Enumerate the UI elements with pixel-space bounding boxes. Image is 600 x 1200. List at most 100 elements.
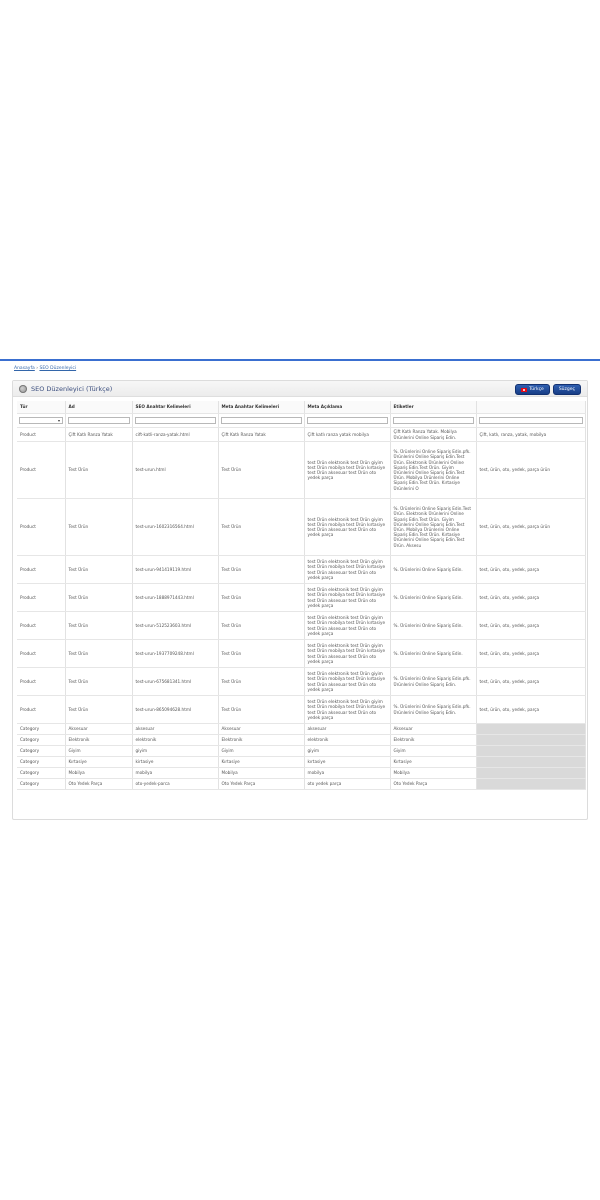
table-cell: kirtasiye bbox=[132, 756, 219, 768]
filter-input-3[interactable] bbox=[220, 417, 302, 424]
table-row[interactable]: Product Test Ürün test-urun-1602316564.htm… bbox=[17, 498, 586, 556]
table-header-row: Tür Ad SEO Anahtar Kelimeleri Meta Anahtar … bbox=[17, 401, 586, 414]
column-header-4[interactable]: Meta Açıklama bbox=[304, 401, 391, 414]
table-cell: Mobilya bbox=[65, 767, 133, 779]
table-row[interactable]: Category Elektronik elektronik Elektronik el… bbox=[17, 734, 586, 746]
table-cell: Test Ürün bbox=[65, 498, 133, 556]
filter-input-5[interactable] bbox=[392, 417, 474, 424]
table-cell bbox=[476, 745, 586, 757]
table-cell: test Ürün elektronik test Ürün giyim tes… bbox=[304, 639, 391, 668]
table-row[interactable]: Product Test Ürün test-urun-675681341.html… bbox=[17, 667, 586, 696]
filter-button[interactable]: Süzgeç bbox=[552, 384, 581, 395]
table-cell: Category bbox=[17, 778, 66, 790]
table-cell: test-urun-865094628.html bbox=[132, 695, 219, 724]
table-cell: Mobilya bbox=[218, 767, 305, 779]
table-row[interactable]: Category Oto Yedek Parça oto-yedek-parca Ot… bbox=[17, 778, 586, 790]
table-cell: aksesuar bbox=[304, 723, 391, 735]
table-cell: Çift katlı ranza yatak mobilya bbox=[304, 427, 391, 442]
table-cell: test Ürün elektronik test Ürün giyim tes… bbox=[304, 611, 391, 640]
table-cell: Product bbox=[17, 427, 66, 442]
table-cell: Test Ürün bbox=[218, 555, 305, 584]
filter-cell-5 bbox=[390, 413, 477, 428]
table-cell bbox=[476, 756, 586, 768]
table-cell: cift-katli-ranza-yatak.html bbox=[132, 427, 219, 442]
column-header-1[interactable]: Ad bbox=[65, 401, 133, 414]
table-row[interactable]: Product Test Ürün test-urun-865094628.html… bbox=[17, 695, 586, 724]
filter-cell-2 bbox=[132, 413, 219, 428]
table-row[interactable]: Product Test Ürün test-urun-1888971443.htm… bbox=[17, 583, 586, 612]
gear-icon bbox=[19, 384, 27, 393]
filter-input-6[interactable] bbox=[478, 417, 583, 424]
table-cell: Product bbox=[17, 555, 66, 584]
table-cell: Product bbox=[17, 667, 66, 696]
filter-cell-3 bbox=[218, 413, 305, 428]
table-cell: Aksesuar bbox=[65, 723, 133, 735]
table-cell: Test Ürün bbox=[65, 441, 133, 499]
table-cell: Kırtasiye bbox=[390, 756, 477, 768]
table-cell: Giyim bbox=[65, 745, 133, 757]
table-cell: Çift Katlı Ranza Yatak. Mobilya Ürünleri… bbox=[390, 427, 477, 442]
table-row[interactable]: Product Test Ürün test-urun.html Test Ürün t… bbox=[17, 441, 586, 499]
table-cell: Test Ürün bbox=[65, 667, 133, 696]
table-row[interactable]: Product Test Ürün test-urun-512523603.html… bbox=[17, 611, 586, 640]
table-body: Product Çift Katlı Ranza Yatak cift-katli-… bbox=[17, 427, 586, 790]
filter-row bbox=[17, 413, 586, 428]
filter-cell-6 bbox=[476, 413, 586, 428]
table-cell: oto yedek parça bbox=[304, 778, 391, 790]
table-cell: Category bbox=[17, 734, 66, 746]
table-cell: Product bbox=[17, 695, 66, 724]
table-cell: Elektronik bbox=[390, 734, 477, 746]
table-cell: test, ürün, oto, yedek, parça bbox=[476, 583, 586, 612]
breadcrumb-home-link[interactable]: Anasayfa bbox=[14, 366, 35, 371]
filter-input-2[interactable] bbox=[134, 417, 216, 424]
header-buttons: Türkçe Süzgeç bbox=[515, 384, 581, 395]
table-cell: elektronik bbox=[304, 734, 391, 746]
table-cell: test, ürün, oto, yedek, parça ürün bbox=[476, 441, 586, 499]
table-cell: mobilya bbox=[132, 767, 219, 779]
table-cell: %. Ürünlerini Online Sipariş Edin.pfk. Ü… bbox=[390, 667, 477, 696]
table-cell: Test Ürün bbox=[218, 498, 305, 556]
seo-editor-panel: SEO Düzenleyici (Türkçe) Türkçe Süzgeç T… bbox=[12, 380, 588, 820]
table-row[interactable]: Product Test Ürün test-urun-941419119.html… bbox=[17, 555, 586, 584]
table-cell: Product bbox=[17, 498, 66, 556]
table-row[interactable]: Category Giyim giyim Giyim giyim Giyim bbox=[17, 745, 586, 757]
language-button[interactable]: Türkçe bbox=[515, 384, 550, 395]
table-cell: Aksesuar bbox=[218, 723, 305, 735]
table-cell: test Ürün elektronik test Ürün giyim tes… bbox=[304, 441, 391, 499]
column-header-6[interactable] bbox=[476, 401, 586, 414]
filter-cell-0 bbox=[17, 413, 66, 428]
table-cell: test, ürün, oto, yedek, parça bbox=[476, 695, 586, 724]
top-divider-line bbox=[0, 359, 600, 361]
table-cell: Test Ürün bbox=[218, 611, 305, 640]
table-row[interactable]: Product Test Ürün test-urun-1937709248.htm… bbox=[17, 639, 586, 668]
table-row[interactable]: Category Mobilya mobilya Mobilya mobilya Mobi… bbox=[17, 767, 586, 779]
table-cell: oto-yedek-parca bbox=[132, 778, 219, 790]
filter-input-4[interactable] bbox=[306, 417, 388, 424]
table-cell bbox=[476, 734, 586, 746]
table-cell: Test Ürün bbox=[65, 611, 133, 640]
column-header-2[interactable]: SEO Anahtar Kelimeleri bbox=[132, 401, 219, 414]
filter-cell-4 bbox=[304, 413, 391, 428]
table-cell: Mobilya bbox=[390, 767, 477, 779]
panel-header: SEO Düzenleyici (Türkçe) Türkçe Süzgeç bbox=[13, 381, 587, 397]
table-row[interactable]: Category Aksesuar aksesuar Aksesuar aksesuar… bbox=[17, 723, 586, 735]
column-header-0[interactable]: Tür bbox=[17, 401, 66, 414]
table-cell: Test Ürün bbox=[218, 441, 305, 499]
column-header-5[interactable]: Etiketler bbox=[390, 401, 477, 414]
filter-input-1[interactable] bbox=[67, 417, 130, 424]
table-cell: mobilya bbox=[304, 767, 391, 779]
table-row[interactable]: Product Çift Katlı Ranza Yatak cift-katli-… bbox=[17, 427, 586, 442]
table-cell: test-urun.html bbox=[132, 441, 219, 499]
table-cell: test, ürün, oto, yedek, parça bbox=[476, 639, 586, 668]
table-cell: test Ürün elektronik test Ürün giyim tes… bbox=[304, 667, 391, 696]
table-row[interactable]: Category Kırtasiye kirtasiye Kırtasiye kırta… bbox=[17, 756, 586, 768]
table-cell: Çift, katlı, ranza, yatak, mobilya bbox=[476, 427, 586, 442]
breadcrumb-current-link[interactable]: SEO Düzenleyici bbox=[39, 366, 76, 371]
type-filter-select[interactable] bbox=[19, 417, 63, 424]
table-cell: %. Ürünlerini Online Sipariş Edin.pfk. Ü… bbox=[390, 695, 477, 724]
table-cell: Test Ürün bbox=[65, 583, 133, 612]
table-cell: Category bbox=[17, 767, 66, 779]
table-cell: test, ürün, oto, yedek, parça bbox=[476, 611, 586, 640]
column-header-3[interactable]: Meta Anahtar Kelimeleri bbox=[218, 401, 305, 414]
table-cell: kırtasiye bbox=[304, 756, 391, 768]
